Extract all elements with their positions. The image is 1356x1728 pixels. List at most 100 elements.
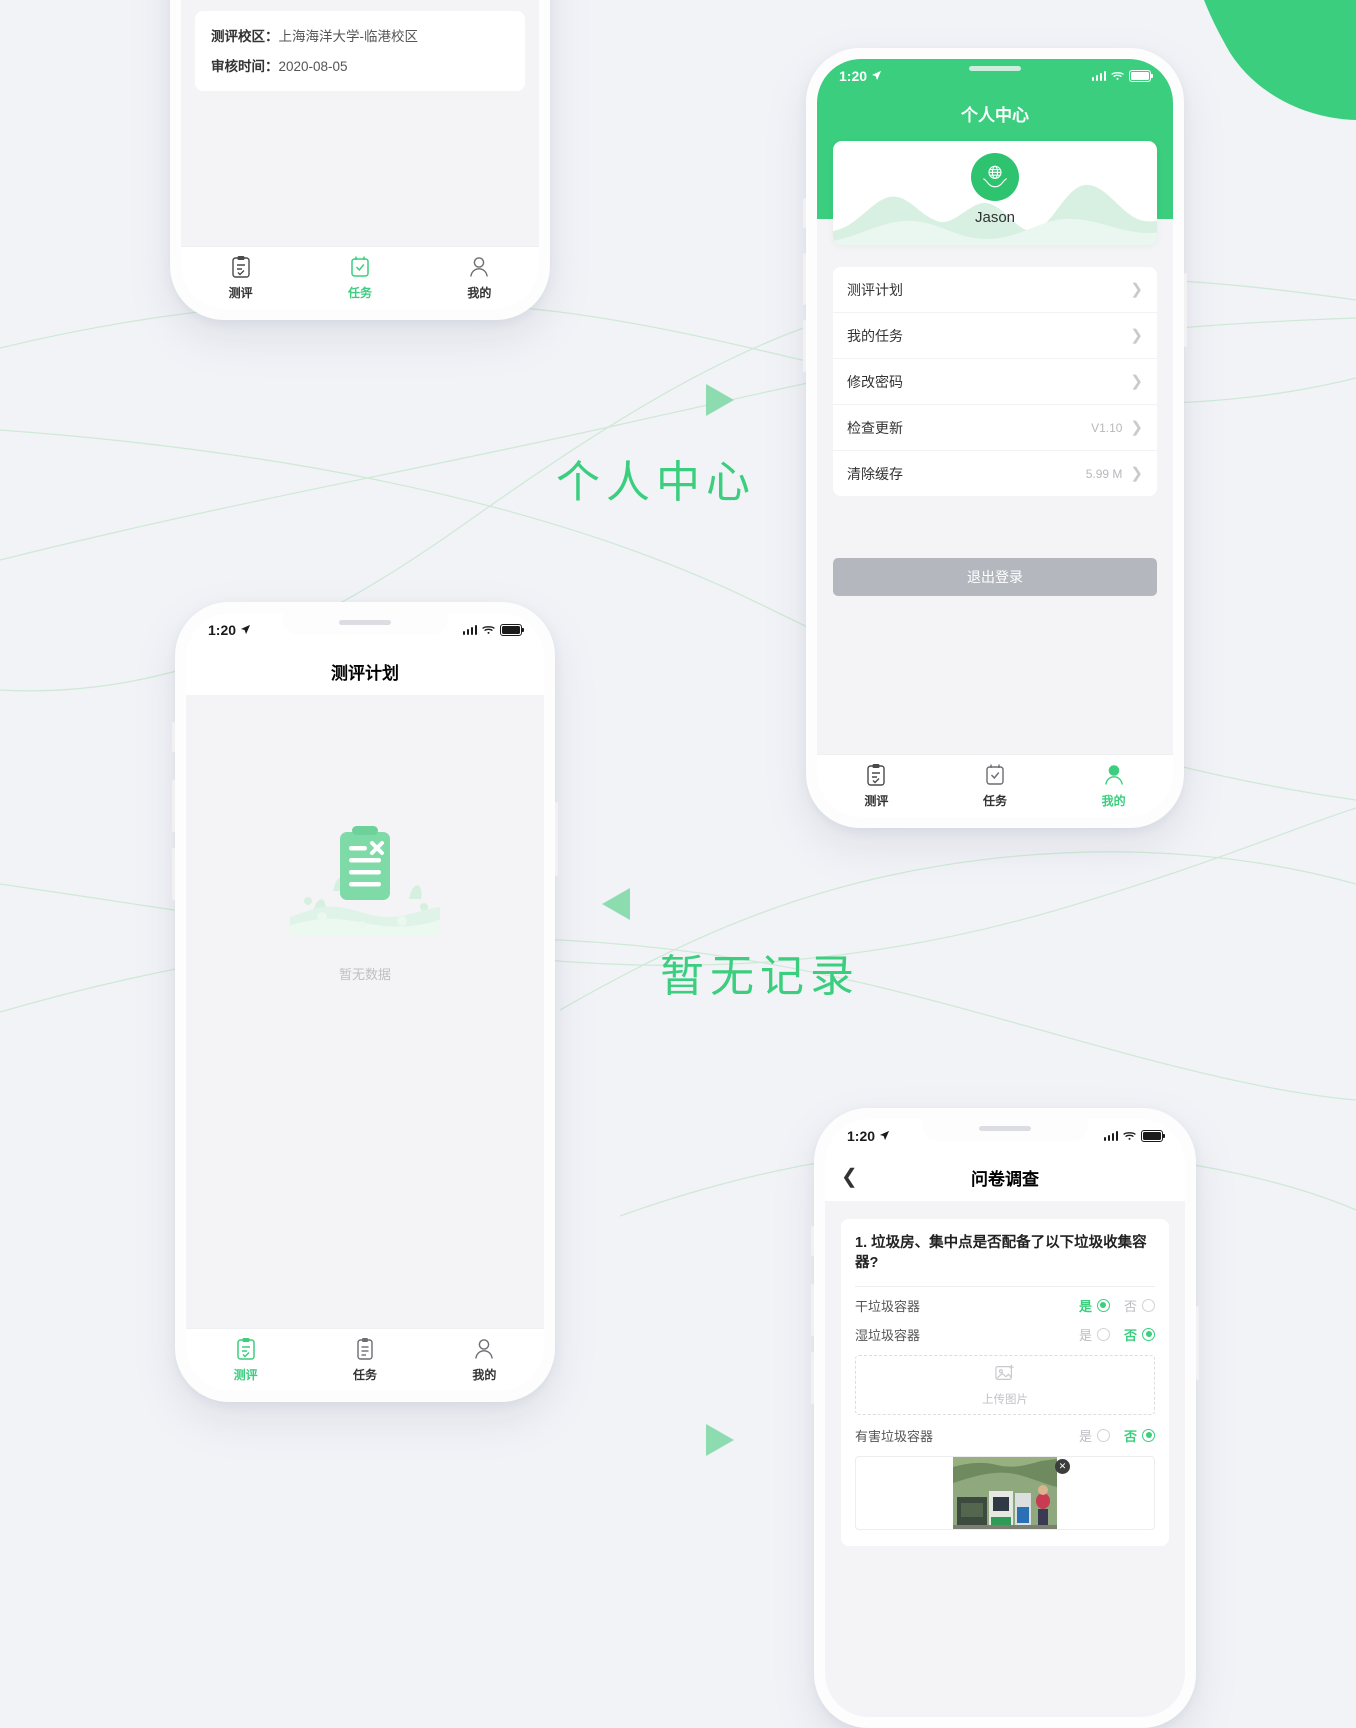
person-icon	[473, 1337, 495, 1361]
radio-no-label: 否	[1123, 1428, 1137, 1444]
screen-personal-center: 1:20 个人中心 Jason 测评计划 ❯ 我的任务 ❯ 修改密码 ❯ 检查更…	[817, 59, 1173, 817]
triangle-left-icon	[602, 888, 630, 920]
poster-canvas: 个人中心 暂无记录 测评校区：上海海洋大学-临港校区 审核时间：2020-08-…	[0, 0, 1356, 1728]
profile-card[interactable]: Jason	[833, 141, 1157, 245]
navbar-personal-center: 个人中心	[817, 93, 1173, 133]
navbar-assessment-plan: 测评计划	[186, 647, 544, 695]
screen-assessment-plan: 1:20 测评计划 暂无数据 测评 任务 我的	[186, 613, 544, 1391]
question-card: 1. 垃圾房、集中点是否配备了以下垃圾收集容器? 干垃圾容器 是 否 湿垃圾容器…	[841, 1219, 1169, 1546]
tabbar-assessment-plan: 测评 任务 我的	[186, 1328, 544, 1391]
question-text: 1. 垃圾房、集中点是否配备了以下垃圾收集容器?	[855, 1235, 1147, 1272]
photo-image	[953, 1456, 1057, 1529]
menu-item-my-tasks[interactable]: 我的任务 ❯	[833, 313, 1157, 359]
menu-value: V1.10	[1091, 420, 1123, 435]
menu-label: 清除缓存	[847, 465, 903, 482]
menu-item-check-update[interactable]: 检查更新 V1.10 ❯	[833, 405, 1157, 451]
tab-task[interactable]: 任务	[300, 255, 419, 301]
tab-assessment[interactable]: 测评	[181, 255, 300, 301]
tab-assessment[interactable]: 测评	[817, 763, 936, 809]
tab-assessment[interactable]: 测评	[186, 1337, 305, 1383]
status-icons	[1091, 68, 1153, 84]
radio-no[interactable]: 否	[1124, 1296, 1155, 1315]
battery-icon	[1141, 1130, 1165, 1142]
menu-label: 检查更新	[847, 419, 903, 436]
annotation-no-records: 暂无记录	[660, 952, 860, 1001]
location-arrow-icon	[879, 1128, 890, 1144]
menu-item-assessment-plan[interactable]: 测评计划 ❯	[833, 267, 1157, 313]
tab-mine[interactable]: 我的	[420, 255, 539, 301]
location-arrow-icon	[240, 622, 251, 638]
triangle-bottom-icon	[706, 1424, 734, 1456]
radio-yes[interactable]: 是	[1079, 1325, 1110, 1344]
tab-task[interactable]: 任务	[305, 1337, 424, 1383]
row-label: 干垃圾容器	[855, 1298, 921, 1314]
battery-icon	[500, 624, 524, 636]
radio-yes[interactable]: 是	[1079, 1426, 1110, 1445]
tab-label: 任务	[983, 794, 1008, 808]
tab-label: 测评	[233, 1368, 258, 1382]
review-time-row: 审核时间：2020-08-05	[211, 55, 509, 75]
page-title: 个人中心	[961, 105, 1029, 125]
clipboard-x-illustration	[290, 826, 440, 935]
upload-image-button[interactable]: 上传图片	[855, 1354, 1155, 1415]
calendar-check-icon	[984, 763, 1006, 787]
radio-circle-icon	[1142, 1428, 1155, 1442]
question-row: 有害垃圾容器 是 否	[855, 1421, 1155, 1450]
review-time-value: 2020-08-05	[278, 59, 348, 74]
radio-yes[interactable]: 是	[1079, 1296, 1110, 1315]
chevron-left-icon[interactable]: ❮	[841, 1167, 858, 1187]
menu-label: 修改密码	[847, 373, 903, 390]
status-time-group: 1:20	[847, 1128, 890, 1144]
status-time: 1:20	[847, 1128, 876, 1144]
menu-value: 5.99 M	[1085, 466, 1123, 481]
logout-button[interactable]: 退出登录	[833, 558, 1157, 596]
user-name: Jason	[974, 209, 1016, 226]
location-arrow-icon	[871, 68, 882, 84]
detail-card: 测评校区：上海海洋大学-临港校区 审核时间：2020-08-05	[195, 11, 525, 91]
speaker-grille	[979, 1126, 1031, 1131]
page-title: 问卷调查	[971, 1169, 1039, 1189]
triangle-right-icon	[706, 384, 734, 416]
chevron-right-icon: ❯	[1130, 281, 1143, 298]
tab-label: 我的	[467, 286, 492, 300]
annotation-personal-center: 个人中心	[556, 458, 756, 507]
review-time-label: 审核时间：	[211, 59, 279, 74]
wifi-icon	[1123, 1128, 1136, 1144]
clipboard-icon	[230, 255, 252, 279]
corner-blob-clip	[1156, 0, 1356, 120]
campus-row: 测评校区：上海海洋大学-临港校区	[211, 25, 509, 45]
page-title: 测评计划	[331, 663, 399, 683]
screen-questionnaire: 1:20 ❮ 问卷调查 1. 垃圾房、集中点是否配备了以下垃圾收集容器? 干垃圾…	[825, 1119, 1185, 1717]
radio-circle-icon	[1142, 1327, 1155, 1341]
tab-label: 任务	[352, 1368, 377, 1382]
navbar-questionnaire: ❮ 问卷调查	[825, 1153, 1185, 1201]
radio-circle-icon	[1096, 1298, 1110, 1312]
question-row: 干垃圾容器 是 否	[855, 1291, 1155, 1320]
close-icon[interactable]: ✕	[1055, 1458, 1070, 1474]
status-icons	[462, 622, 524, 638]
status-time: 1:20	[839, 68, 868, 84]
menu-item-change-password[interactable]: 修改密码 ❯	[833, 359, 1157, 405]
clipboard-lines-icon	[354, 1337, 376, 1361]
status-time-group: 1:20	[839, 68, 882, 84]
status-icons	[1103, 1128, 1165, 1144]
screen-assessment-detail: 测评校区：上海海洋大学-临港校区 审核时间：2020-08-05 测评 任务 我…	[181, 0, 539, 309]
tab-mine[interactable]: 我的	[425, 1337, 544, 1383]
signal-bars-icon	[462, 625, 477, 635]
radio-no[interactable]: 否	[1124, 1325, 1155, 1344]
photo-attachment: ✕	[855, 1455, 1155, 1530]
tab-mine[interactable]: 我的	[1054, 763, 1173, 809]
tab-task[interactable]: 任务	[936, 763, 1055, 809]
radio-no[interactable]: 否	[1124, 1426, 1155, 1445]
chevron-right-icon: ❯	[1130, 327, 1143, 344]
clipboard-icon	[235, 1337, 257, 1361]
menu-item-clear-cache[interactable]: 清除缓存 5.99 M ❯	[833, 451, 1157, 496]
radio-circle-icon	[1096, 1428, 1110, 1442]
row-label: 有害垃圾容器	[855, 1428, 934, 1444]
person-icon	[1103, 763, 1125, 787]
signal-bars-icon	[1103, 1131, 1118, 1141]
clipboard-icon	[865, 763, 887, 787]
corner-green-blob	[1204, 0, 1356, 120]
photo-thumbnail[interactable]	[953, 1456, 1057, 1529]
settings-menu: 测评计划 ❯ 我的任务 ❯ 修改密码 ❯ 检查更新 V1.10 ❯ 清除缓存 5…	[833, 267, 1157, 496]
